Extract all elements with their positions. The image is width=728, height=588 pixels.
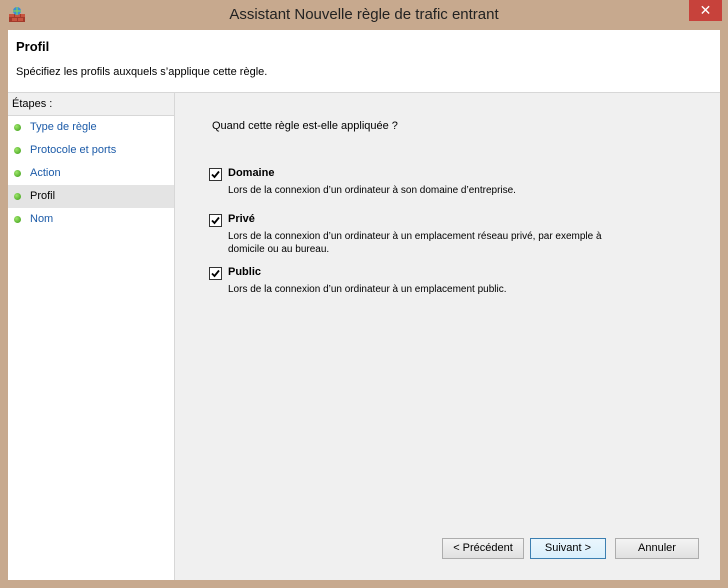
domaine-label[interactable]: Domaine (228, 167, 274, 179)
prive-checkbox[interactable] (209, 214, 222, 227)
wizard-client-area: Profil Spécifiez les profils auxquels s’… (8, 30, 720, 580)
title-bar[interactable]: Assistant Nouvelle règle de trafic entra… (0, 0, 728, 30)
step-protocole-et-ports[interactable]: Protocole et ports (8, 139, 174, 162)
step-nom[interactable]: Nom (8, 208, 174, 231)
checkmark-icon (211, 269, 220, 278)
profile-question: Quand cette règle est-elle appliquée ? (212, 120, 398, 132)
wizard-window: Assistant Nouvelle règle de trafic entra… (0, 0, 728, 588)
domaine-checkbox[interactable] (209, 168, 222, 181)
domaine-description: Lors de la connexion d’un ordinateur à s… (228, 185, 516, 196)
checkmark-icon (211, 170, 220, 179)
cancel-button[interactable]: Annuler (615, 538, 699, 559)
public-description: Lors de la connexion d’un ordinateur à u… (228, 284, 507, 295)
step-label: Profil (30, 190, 56, 202)
page-subtitle: Spécifiez les profils auxquels s’appliqu… (16, 66, 268, 78)
step-status-icon (14, 124, 21, 131)
profile-content: Quand cette règle est-elle appliquée ? D… (175, 93, 720, 580)
step-profil[interactable]: Profil (8, 185, 174, 208)
public-label[interactable]: Public (228, 266, 261, 278)
steps-heading: Étapes : (8, 93, 174, 116)
prive-description: Lors de la connexion d’un ordinateur à u… (228, 231, 602, 255)
back-button[interactable]: < Précédent (442, 538, 524, 559)
steps-panel: Étapes : Type de règle Protocole et port… (8, 93, 175, 580)
page-title: Profil (16, 39, 50, 54)
wizard-header: Profil Spécifiez les profils auxquels s’… (8, 30, 720, 93)
step-action[interactable]: Action (8, 162, 174, 185)
step-status-icon (14, 147, 21, 154)
next-button[interactable]: Suivant > (530, 538, 606, 559)
step-type-de-regle[interactable]: Type de règle (8, 116, 174, 139)
step-label: Nom (30, 213, 54, 225)
step-label: Type de règle (30, 121, 97, 133)
window-title: Assistant Nouvelle règle de trafic entra… (229, 6, 499, 23)
checkmark-icon (211, 216, 220, 225)
close-icon: ✕ (699, 2, 712, 18)
step-label: Protocole et ports (30, 144, 117, 156)
step-label: Action (30, 167, 61, 179)
public-checkbox[interactable] (209, 267, 222, 280)
step-status-icon (14, 170, 21, 177)
step-status-icon (14, 216, 21, 223)
step-status-icon (14, 193, 21, 200)
close-button[interactable]: ✕ (689, 0, 722, 21)
prive-label[interactable]: Privé (228, 213, 255, 225)
